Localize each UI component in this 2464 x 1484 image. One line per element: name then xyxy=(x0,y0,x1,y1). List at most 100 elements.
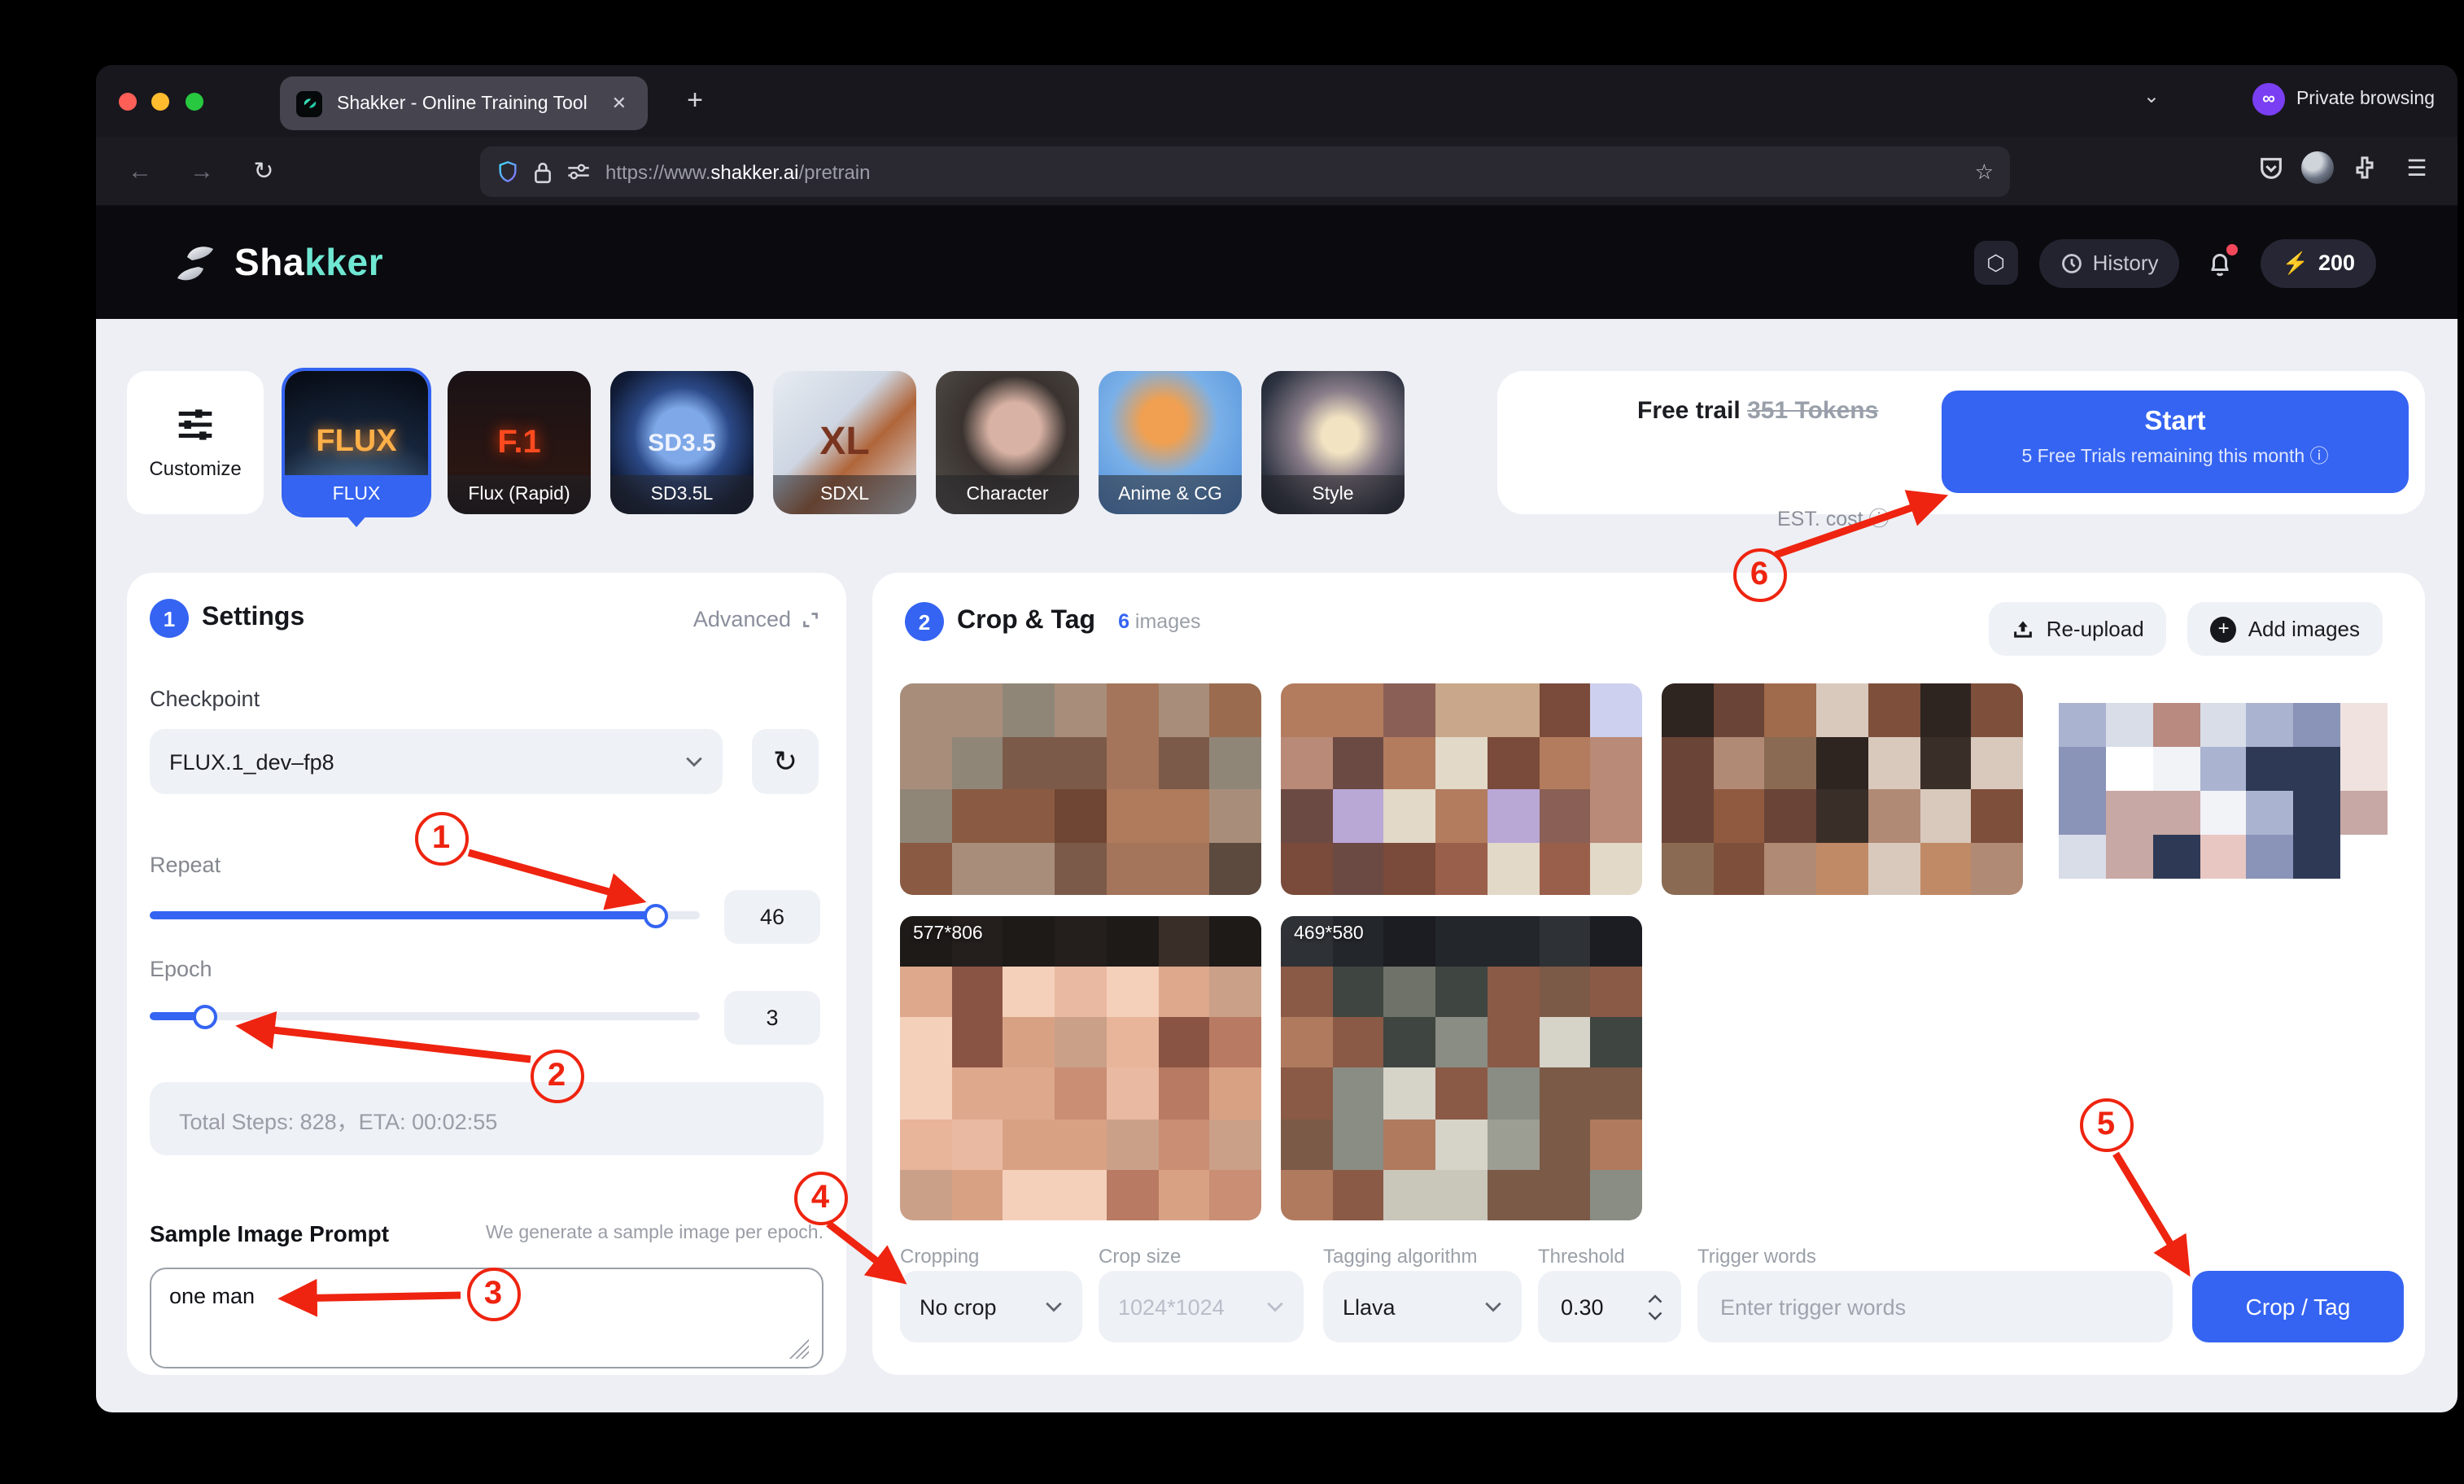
model-card-sd35l[interactable]: SD3.5 SD3.5L xyxy=(610,371,754,514)
image-size-label: 577*806 xyxy=(913,924,983,944)
step-1-badge: 1 xyxy=(150,599,189,638)
browser-tab[interactable]: Shakker - Online Training Tool ✕ xyxy=(280,76,648,130)
info-icon: ⓘ xyxy=(1869,508,1890,530)
cropping-select[interactable]: No crop xyxy=(900,1271,1082,1342)
model-card-sdxl[interactable]: XL SDXL xyxy=(773,371,916,514)
token-count: 200 xyxy=(2318,251,2355,275)
menu-hamburger-icon[interactable]: ☰ xyxy=(2396,146,2438,189)
repeat-slider[interactable] xyxy=(150,911,700,919)
crop-size-value: 1024*1024 xyxy=(1118,1294,1225,1319)
settings-panel: 1 Settings Advanced Checkpoint FLUX.1_de… xyxy=(127,573,846,1375)
private-browsing-badge: ∞ Private browsing xyxy=(2252,83,2435,116)
checkpoint-value: FLUX.1_dev–fp8 xyxy=(169,749,334,774)
url-text[interactable]: https://www.shakker.ai/pretrain xyxy=(605,160,871,183)
minimize-window-button[interactable] xyxy=(151,92,168,110)
extensions-puzzle-icon[interactable] xyxy=(2350,153,2379,182)
refresh-checkpoints-button[interactable]: ↻ xyxy=(752,729,819,794)
page-content: Customize FLUX FLUX F.1 Flux (Rapid) SD3… xyxy=(96,319,2457,1412)
maximize-window-button[interactable] xyxy=(185,92,203,110)
trigger-words-label: Trigger words xyxy=(1697,1245,1816,1268)
cropping-value: No crop xyxy=(920,1294,997,1319)
repeat-value[interactable]: 46 xyxy=(724,890,820,944)
threshold-stepper[interactable]: 0.30 xyxy=(1538,1271,1681,1342)
repeat-slider-handle[interactable] xyxy=(644,903,668,928)
threshold-value: 0.30 xyxy=(1561,1294,1604,1319)
epoch-slider-handle[interactable] xyxy=(193,1004,217,1028)
add-images-label: Add images xyxy=(2248,617,2360,641)
image-size-label: 469*580 xyxy=(1294,924,1364,944)
advanced-label: Advanced xyxy=(693,607,791,631)
lock-icon[interactable] xyxy=(534,160,552,183)
model-card-style[interactable]: Style xyxy=(1261,371,1405,514)
navbar-right-icons: ☰ xyxy=(2257,146,2438,189)
free-trial-text: Free trail 351 Tokens EST. cost ⓘ xyxy=(1637,394,1930,430)
repeat-slider-fill xyxy=(150,911,656,919)
reload-button[interactable]: ↻ xyxy=(242,150,285,192)
profile-avatar[interactable] xyxy=(2301,151,2334,184)
model-card-anime-cg[interactable]: Anime & CG xyxy=(1099,371,1242,514)
crop-tag-button[interactable]: Crop / Tag xyxy=(2192,1271,2404,1342)
close-window-button[interactable] xyxy=(118,92,136,110)
site-header: Shakker ⬡ History xyxy=(96,207,2457,319)
checkpoint-select[interactable]: FLUX.1_dev–fp8 xyxy=(150,729,723,794)
reupload-button[interactable]: Re-upload xyxy=(1990,602,2167,656)
tab-close-icon[interactable]: ✕ xyxy=(605,89,633,117)
epoch-value[interactable]: 3 xyxy=(724,991,820,1045)
back-button[interactable]: ← xyxy=(119,150,161,192)
workspace-icon-button[interactable]: ⬡ xyxy=(1974,241,2018,285)
private-mask-icon: ∞ xyxy=(2252,83,2285,116)
customize-label: Customize xyxy=(149,456,241,479)
est-cost: EST. cost ⓘ xyxy=(1777,501,1890,537)
forward-button[interactable]: → xyxy=(181,150,223,192)
start-label: Start xyxy=(1942,407,2409,438)
shakker-logo[interactable]: Shakker xyxy=(171,240,383,286)
sample-prompt-textarea[interactable]: one man xyxy=(150,1268,824,1368)
tagging-algo-label: Tagging algorithm xyxy=(1323,1245,1477,1268)
training-image[interactable] xyxy=(1281,683,1642,895)
training-image[interactable] xyxy=(2042,683,2404,895)
advanced-button[interactable]: Advanced xyxy=(693,607,820,631)
permissions-icon[interactable] xyxy=(566,161,591,182)
crop-size-select: 1024*1024 xyxy=(1099,1271,1304,1342)
training-image[interactable] xyxy=(1662,683,2023,895)
model-label: FLUX xyxy=(285,475,428,514)
notifications-bell-button[interactable] xyxy=(2201,243,2240,282)
model-card-flux-rapid[interactable]: F.1 Flux (Rapid) xyxy=(448,371,591,514)
model-label: Anime & CG xyxy=(1099,475,1242,514)
model-label: SDXL xyxy=(773,475,916,514)
new-tab-button[interactable]: + xyxy=(674,80,716,122)
struck-tokens: 351 Tokens xyxy=(1747,397,1878,425)
chevron-down-icon xyxy=(1045,1301,1063,1312)
training-image[interactable]: 577*806 xyxy=(900,916,1261,1220)
list-tabs-chevron-icon[interactable]: ⌄ xyxy=(2143,85,2160,107)
url-bar[interactable]: https://www.shakker.ai/pretrain ☆ xyxy=(480,146,2010,197)
step-down-icon[interactable] xyxy=(1647,1311,1663,1320)
epoch-slider[interactable] xyxy=(150,1012,700,1020)
tagging-algo-select[interactable]: Llava xyxy=(1323,1271,1522,1342)
pocket-icon[interactable] xyxy=(2257,154,2285,181)
crop-size-label: Crop size xyxy=(1099,1245,1181,1268)
private-browsing-label: Private browsing xyxy=(2296,89,2435,109)
model-card-flux[interactable]: FLUX FLUX xyxy=(285,371,428,514)
model-card-character[interactable]: Character xyxy=(936,371,1079,514)
model-label: Flux (Rapid) xyxy=(448,475,591,514)
history-button[interactable]: History xyxy=(2039,238,2180,287)
sample-prompt-note: We generate a sample image per epoch. xyxy=(486,1224,824,1243)
start-button[interactable]: Start 5 Free Trials remaining this month… xyxy=(1942,391,2409,493)
add-images-button[interactable]: + Add images xyxy=(2188,602,2383,656)
token-balance-badge[interactable]: ⚡ 200 xyxy=(2261,238,2376,287)
browser-window: Shakker - Online Training Tool ✕ + ⌄ ∞ P… xyxy=(96,65,2457,1412)
customize-card[interactable]: Customize xyxy=(127,371,264,514)
training-image[interactable] xyxy=(900,683,1261,895)
selected-model-pointer xyxy=(345,514,368,527)
cropping-label: Cropping xyxy=(900,1245,979,1268)
bookmark-star-icon[interactable]: ☆ xyxy=(1975,159,1994,185)
step-up-icon[interactable] xyxy=(1647,1293,1663,1303)
tracking-shield-icon[interactable] xyxy=(496,159,519,184)
textarea-resize-grip[interactable] xyxy=(789,1339,809,1359)
history-label: History xyxy=(2093,251,2159,275)
sample-prompt-label: Sample Image Prompt xyxy=(150,1220,389,1246)
training-image[interactable]: 469*580 xyxy=(1281,916,1642,1220)
trigger-words-input[interactable] xyxy=(1697,1271,2173,1342)
model-label: Style xyxy=(1261,475,1405,514)
